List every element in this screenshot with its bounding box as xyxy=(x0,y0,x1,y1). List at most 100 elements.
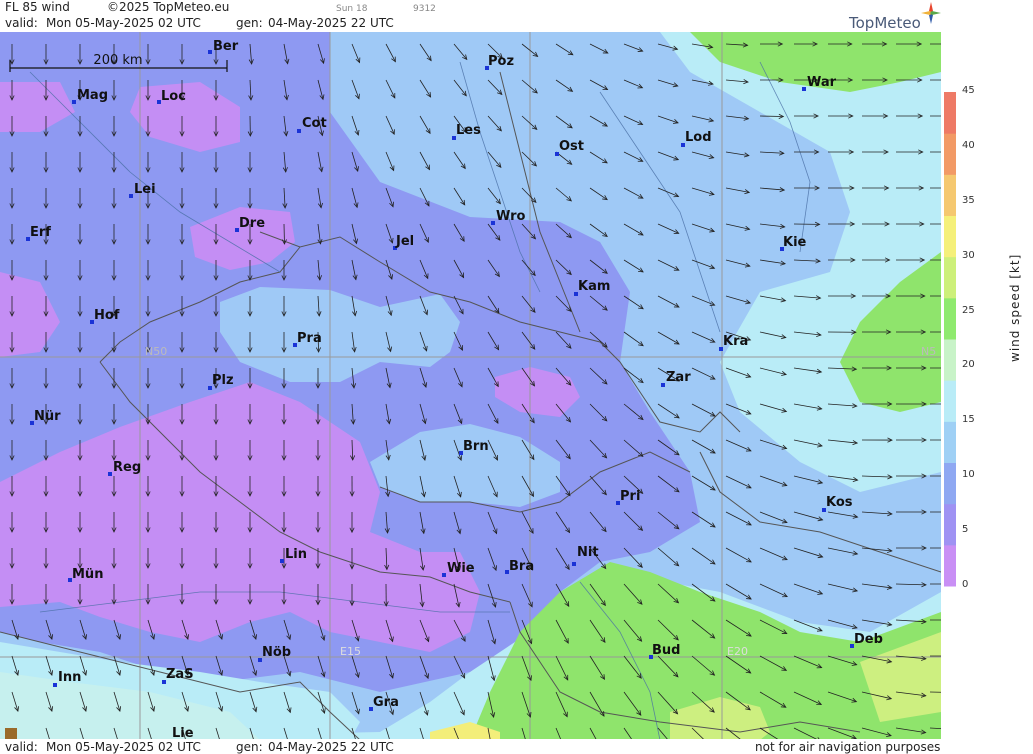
svg-text:Kie: Kie xyxy=(783,235,807,250)
svg-text:ZaS: ZaS xyxy=(166,667,194,682)
city-nur: Nür xyxy=(30,409,61,425)
city-nob: Nöb xyxy=(258,645,291,662)
city-mag: Mag xyxy=(72,88,108,104)
legend-swatch xyxy=(944,380,956,422)
copyright-text: ©2025 TopMeteo.eu xyxy=(107,0,230,14)
grid-label-n50-right: N5 xyxy=(921,345,936,358)
svg-text:Mag: Mag xyxy=(77,88,108,103)
legend-tick-label: 45 xyxy=(962,85,975,96)
svg-text:Ber: Ber xyxy=(213,39,239,54)
svg-text:Ost: Ost xyxy=(559,139,584,154)
svg-text:Plz: Plz xyxy=(212,373,234,388)
product-title: FL 85 wind xyxy=(5,0,70,14)
svg-text:Nür: Nür xyxy=(34,409,61,424)
logo-text: TopMeteo xyxy=(849,14,921,32)
legend-swatch xyxy=(944,256,956,299)
svg-text:Reg: Reg xyxy=(113,460,141,475)
legend-tick-label: 5 xyxy=(962,524,969,536)
svg-text:Kos: Kos xyxy=(826,495,853,510)
wind-map[interactable]: 200 km N50 N5 E15 E20 Ber Poz War Mag Lo… xyxy=(0,32,941,740)
city-zas: ZaS xyxy=(162,667,194,684)
svg-text:Pra: Pra xyxy=(297,331,322,346)
scale-bar-label: 200 km xyxy=(93,53,142,68)
color-legend xyxy=(944,92,956,587)
svg-text:Lie: Lie xyxy=(172,726,194,740)
svg-text:Lod: Lod xyxy=(685,130,712,145)
gen-time: 04-May-2025 22 UTC xyxy=(268,16,394,30)
svg-text:Brn: Brn xyxy=(463,439,489,454)
footer-gen-time: 04-May-2025 22 UTC xyxy=(268,740,394,754)
valid-time: Mon 05-May-2025 02 UTC xyxy=(46,16,201,30)
legend-unit-label: wind speed [kt] xyxy=(1008,253,1022,362)
city-ost: Ost xyxy=(555,139,584,156)
legend-tick-label: 20 xyxy=(962,359,975,371)
svg-text:Nöb: Nöb xyxy=(262,645,291,660)
wind-arrow xyxy=(759,115,784,117)
city-hof: Hof xyxy=(90,308,120,324)
svg-text:Cot: Cot xyxy=(302,116,327,131)
grid-label-e20: E20 xyxy=(727,645,748,658)
legend-swatch xyxy=(944,174,956,216)
run-code: 9312 xyxy=(413,4,436,14)
svg-text:Erf: Erf xyxy=(30,225,51,240)
legend-swatch xyxy=(944,133,956,175)
footer-disclaimer: not for air navigation purposes xyxy=(755,740,941,754)
city-pra: Pra xyxy=(293,331,322,347)
city-kos: Kos xyxy=(822,495,853,512)
svg-text:Bud: Bud xyxy=(652,643,680,658)
compass-logo-icon xyxy=(921,2,941,24)
city-pri: Pri xyxy=(616,489,640,505)
city-dre: Dre xyxy=(235,216,265,232)
svg-text:Les: Les xyxy=(456,123,481,138)
svg-text:Loc: Loc xyxy=(161,89,186,104)
svg-text:Deb: Deb xyxy=(854,632,883,647)
city-kam: Kam xyxy=(574,279,610,296)
city-erf: Erf xyxy=(26,225,51,241)
city-kie: Kie xyxy=(780,235,807,251)
legend-swatch xyxy=(944,339,956,381)
city-cot: Cot xyxy=(297,116,327,133)
city-gra: Gra xyxy=(369,695,399,711)
city-bra: Bra xyxy=(505,559,534,574)
city-kra: Kra xyxy=(719,334,748,351)
footer-valid-time: Mon 05-May-2025 02 UTC xyxy=(46,740,201,754)
city-deb: Deb xyxy=(850,632,883,648)
city-mun: Mün xyxy=(68,567,103,582)
legend-swatch xyxy=(944,503,956,546)
city-war: War xyxy=(802,75,837,91)
sun-time: Sun 18 xyxy=(336,4,368,14)
legend-swatch xyxy=(944,462,956,505)
city-poz: Poz xyxy=(485,54,514,70)
footer-gen-label: gen: xyxy=(236,740,263,754)
grid-label-e15: E15 xyxy=(340,645,361,658)
grid-label-n50: N50 xyxy=(145,345,167,358)
city-ber: Ber xyxy=(208,39,239,54)
svg-text:Dre: Dre xyxy=(239,216,265,231)
gen-label: gen: xyxy=(236,16,263,30)
svg-text:Wie: Wie xyxy=(447,561,475,576)
svg-text:Lin: Lin xyxy=(285,547,307,562)
svg-text:Pri: Pri xyxy=(620,489,640,504)
legend-swatch xyxy=(944,544,956,587)
city-reg: Reg xyxy=(108,460,141,476)
topmeteo-logo: TopMeteo xyxy=(849,14,921,32)
svg-text:Wro: Wro xyxy=(496,209,526,224)
city-brn: Brn xyxy=(459,439,489,455)
legend-tick-label: 0 xyxy=(962,579,969,590)
city-wro: Wro xyxy=(491,209,526,225)
city-les: Les xyxy=(452,123,481,140)
svg-text:Kra: Kra xyxy=(723,334,748,349)
legend-tick-label: 30 xyxy=(962,249,975,261)
legend-swatch xyxy=(944,421,956,463)
legend-tick-label: 35 xyxy=(962,194,975,206)
city-lin: Lin xyxy=(280,547,307,563)
city-lod: Lod xyxy=(681,130,712,147)
legend-swatch xyxy=(944,297,956,340)
svg-text:Bra: Bra xyxy=(509,559,534,574)
city-bud: Bud xyxy=(649,643,680,659)
city-jel: Jel xyxy=(393,234,414,250)
svg-text:Kam: Kam xyxy=(578,279,610,294)
city-wie: Wie xyxy=(442,561,475,577)
footer-valid-label: valid: xyxy=(5,740,38,754)
city-lie: Lie xyxy=(172,726,194,740)
